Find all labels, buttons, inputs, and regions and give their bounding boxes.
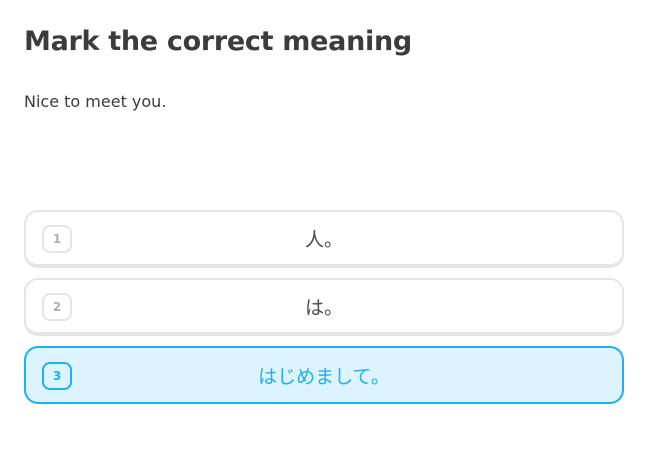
choice-option-3[interactable]: 3 はじめまして。 xyxy=(24,346,624,404)
choice-list: 1 人。 2 は。 3 はじめまして。 xyxy=(24,210,624,414)
challenge-title: Mark the correct meaning xyxy=(24,26,412,57)
prompt-sentence: Nice to meet you. xyxy=(24,92,167,111)
choice-text: はじめまして。 xyxy=(258,365,390,388)
choice-option-2[interactable]: 2 は。 xyxy=(24,278,624,336)
choice-text: は。 xyxy=(304,296,343,319)
choice-option-1[interactable]: 1 人。 xyxy=(24,210,624,268)
choice-text: 人。 xyxy=(304,228,343,251)
